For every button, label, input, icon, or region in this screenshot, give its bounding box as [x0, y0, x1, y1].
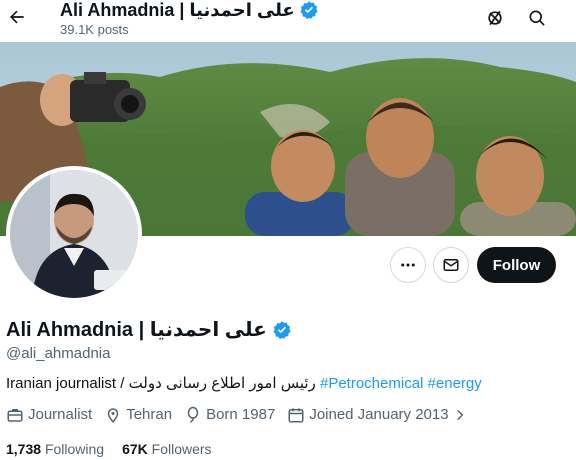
- following-label: Following: [44, 441, 105, 457]
- back-button[interactable]: [0, 0, 34, 34]
- verified-badge-icon[interactable]: [272, 320, 292, 340]
- hashtag-energy[interactable]: #energy: [428, 375, 482, 392]
- more-horizontal-icon: [401, 263, 415, 267]
- hashtag-petrochemical[interactable]: #Petrochemical: [320, 375, 423, 392]
- profession-text: Journalist: [28, 406, 93, 423]
- balloon-icon: [187, 406, 199, 423]
- location-text: Tehran: [126, 406, 173, 423]
- more-button[interactable]: [390, 247, 426, 283]
- following-count: 1,738: [6, 441, 42, 457]
- search-icon: [529, 10, 545, 26]
- message-button[interactable]: [433, 247, 469, 283]
- arrow-left-icon: [10, 10, 24, 24]
- verified-badge-icon: [300, 1, 318, 20]
- profile-handle: @ali_ahmadnia: [6, 345, 111, 362]
- location-item: Tehran: [104, 405, 172, 425]
- header-name: Ali Ahmadnia | علی احمدنیا: [60, 0, 319, 20]
- avatar-image: [10, 170, 138, 298]
- born-text: Born 1987: [206, 406, 276, 423]
- briefcase-icon: [7, 409, 23, 422]
- followers-count: 67K: [122, 441, 148, 457]
- mail-icon: [443, 259, 459, 271]
- profession-item: Journalist: [6, 405, 92, 425]
- post-count: 39.1K posts: [60, 22, 129, 37]
- profile-bio: Iranian journalist / رئیس امور اطلاع رسا…: [6, 374, 482, 394]
- avatar-photo: [10, 170, 138, 298]
- profile-meta: Journalist Tehran Born 1987 Joined Janua…: [6, 405, 479, 425]
- chevron-right-icon: [456, 409, 463, 421]
- search-button[interactable]: [521, 2, 553, 34]
- profile-name-text: Ali Ahmadnia | علی احمدنیا: [6, 319, 267, 341]
- profile-name: Ali Ahmadnia | علی احمدنیا: [6, 318, 292, 342]
- bio-text: Iranian journalist / رئیس امور اطلاع رسا…: [6, 375, 316, 392]
- grok-button[interactable]: [479, 2, 511, 34]
- joined-item[interactable]: Joined January 2013: [287, 405, 466, 425]
- follow-stats: 1,738 Following 67K Followers: [6, 440, 230, 458]
- joined-text: Joined January 2013: [309, 406, 449, 423]
- following-link[interactable]: 1,738 Following: [6, 440, 104, 458]
- followers-label: Followers: [151, 441, 212, 457]
- location-pin-icon: [107, 408, 119, 423]
- top-header: Ali Ahmadnia | علی احمدنیا 39.1K posts: [0, 0, 576, 42]
- calendar-icon: [288, 408, 304, 423]
- header-name-text: Ali Ahmadnia | علی احمدنیا: [60, 0, 295, 20]
- profile-avatar[interactable]: [6, 166, 142, 302]
- header-title-block: Ali Ahmadnia | علی احمدنیا 39.1K posts: [60, 0, 319, 38]
- born-item: Born 1987: [184, 405, 275, 425]
- follow-button[interactable]: Follow: [477, 247, 556, 283]
- grok-icon: [488, 10, 502, 26]
- followers-link[interactable]: 67K Followers: [122, 440, 211, 458]
